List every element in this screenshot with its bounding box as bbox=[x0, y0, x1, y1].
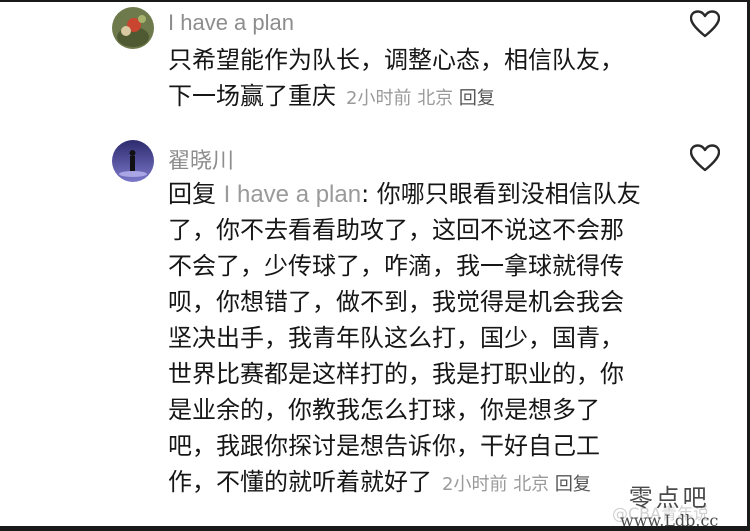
comment-line: 只希望能作为队长，调整心态，相信队友， bbox=[168, 46, 624, 74]
comment-location: 北京 bbox=[513, 474, 550, 495]
comment-line: 了，你不去看看助攻了，这回不说这不会那 bbox=[168, 216, 624, 244]
comment-line: 是业余的，你教我怎么打球，你是想多了 bbox=[168, 396, 600, 424]
comment-time: 2小时前 bbox=[442, 474, 508, 495]
comment-time: 2小时前 bbox=[346, 88, 412, 109]
comment-line: 呗，你想错了，做不到，我觉得是机会我会 bbox=[168, 288, 624, 316]
comment-location: 北京 bbox=[417, 88, 454, 109]
comment-line-last: 下一场赢了重庆 2小时前 北京 回复 bbox=[168, 78, 624, 114]
comment-line-text: 作，不懂的就听着就好了 bbox=[168, 468, 432, 496]
site-watermark-name: 零点吧 bbox=[628, 484, 710, 512]
reply-button[interactable]: 回复 bbox=[459, 88, 495, 109]
comment-line-text: : 你哪只眼看到没相信队友 bbox=[361, 180, 641, 208]
site-watermark: 零点吧 www.Ldb.cc bbox=[620, 478, 718, 530]
comment-body: 只希望能作为队长，调整心态，相信队友， 下一场赢了重庆 2小时前 北京 回复 bbox=[168, 42, 624, 114]
comment-line-last: 作，不懂的就听着就好了 2小时前 北京 回复 bbox=[168, 464, 641, 500]
heart-outline-icon[interactable] bbox=[690, 10, 720, 38]
comment-body: 回复 I have a plan: 你哪只眼看到没相信队友 了，你不去看看助攻了… bbox=[168, 176, 641, 500]
heart-outline-icon[interactable] bbox=[690, 144, 720, 172]
reply-prefix: 回复 bbox=[168, 180, 216, 208]
comment-meta: 2小时前 北京 回复 bbox=[346, 88, 495, 109]
site-watermark-url: www.Ldb.cc bbox=[620, 511, 719, 530]
comment-username[interactable]: 翟晓川 bbox=[168, 143, 234, 175]
avatar[interactable] bbox=[112, 7, 154, 49]
comment-line: 世界比赛都是这样打的，我是打职业的，你 bbox=[168, 360, 624, 388]
reply-button[interactable]: 回复 bbox=[555, 474, 591, 495]
top-border bbox=[0, 0, 750, 2]
comment-line-first: 回复 I have a plan: 你哪只眼看到没相信队友 bbox=[168, 176, 641, 212]
reply-to-username[interactable]: I have a plan bbox=[224, 181, 361, 208]
comment-line: 坚决出手，我青年队这么打，国少，国青， bbox=[168, 324, 624, 352]
comment-line: 吧，我跟你探讨是想告诉你，干好自己工 bbox=[168, 432, 600, 460]
comment-username[interactable]: I have a plan bbox=[168, 10, 294, 36]
comment-meta: 2小时前 北京 回复 bbox=[442, 474, 591, 495]
comment-line-text: 下一场赢了重庆 bbox=[168, 82, 336, 110]
avatar[interactable] bbox=[112, 140, 154, 182]
comment-line: 不会了，少传球了，咋滴，我一拿球就得传 bbox=[168, 252, 624, 280]
